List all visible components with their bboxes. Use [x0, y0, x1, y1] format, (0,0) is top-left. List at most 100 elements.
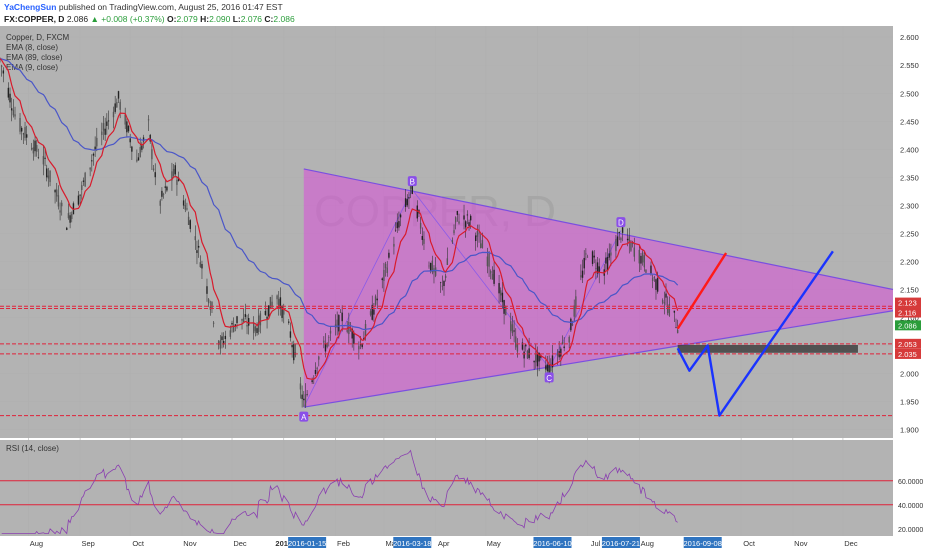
- time-tick-label: Aug: [641, 539, 654, 548]
- price-tick-label: 2.450: [900, 117, 919, 126]
- candle-body: [655, 279, 657, 290]
- candle-body: [71, 214, 73, 220]
- candle-body: [89, 167, 91, 170]
- candle-body: [394, 229, 397, 231]
- candle-body: [101, 131, 103, 135]
- open-value: 2.079: [176, 14, 198, 24]
- candle-body: [533, 360, 535, 363]
- candle-body: [456, 211, 459, 215]
- candle-body: [253, 322, 255, 334]
- candle-body: [675, 327, 677, 328]
- candle-body: [374, 296, 377, 305]
- candle-body: [328, 337, 330, 338]
- price-tag-label: 2.053: [898, 340, 917, 349]
- price-tick-label: 2.600: [900, 33, 919, 42]
- candle-body: [581, 270, 584, 278]
- candle-body: [196, 250, 198, 253]
- candle-body: [488, 253, 490, 267]
- candle-body: [201, 264, 203, 269]
- candle-body: [42, 156, 45, 165]
- candle-body: [212, 322, 215, 324]
- price-tick-label: 2.500: [900, 89, 919, 98]
- candle-body: [491, 274, 494, 280]
- candle-body: [439, 282, 442, 284]
- candle-body: [586, 256, 589, 258]
- candle-body: [186, 208, 188, 210]
- candle-body: [556, 353, 559, 356]
- rsi-pane[interactable]: [0, 440, 893, 536]
- rsi-tick-label: 40.0000: [898, 503, 923, 510]
- candle-body: [84, 172, 86, 187]
- time-tick-label: Oct: [743, 539, 756, 548]
- candle-body: [498, 283, 500, 294]
- candle-body: [318, 356, 320, 360]
- candle-body: [67, 213, 70, 219]
- candle-body: [371, 304, 373, 320]
- candle-body: [254, 326, 257, 332]
- candle-body: [359, 344, 362, 346]
- candle-body: [112, 111, 115, 118]
- candle-body: [2, 70, 5, 74]
- candle-body: [568, 336, 570, 343]
- candle-body: [650, 265, 652, 274]
- price-tick-label: 2.300: [900, 201, 919, 210]
- candle-body: [341, 312, 343, 322]
- candle-body: [283, 310, 285, 315]
- author-name[interactable]: YaChengSun: [4, 2, 56, 12]
- candle-body: [304, 394, 307, 407]
- low-value: 2.076: [240, 14, 263, 24]
- time-tick-label: Jul: [591, 539, 601, 548]
- candle-body: [545, 365, 547, 370]
- candle-body: [570, 318, 572, 331]
- candle-body: [583, 257, 585, 269]
- close-value: 2.086: [273, 14, 295, 24]
- candle-body: [535, 353, 537, 363]
- candle-body: [37, 157, 40, 158]
- candle-body: [446, 258, 449, 265]
- candle-body: [595, 268, 597, 269]
- time-tick-label: Feb: [337, 539, 350, 548]
- candle-body: [610, 252, 612, 256]
- candle-body: [184, 205, 186, 210]
- candle-body: [505, 306, 507, 316]
- candle-body: [187, 216, 190, 225]
- price-tick-label: 1.900: [900, 426, 919, 435]
- candle-body: [166, 186, 168, 191]
- candle-body: [197, 245, 200, 248]
- candle-body: [242, 317, 245, 323]
- candle-body: [266, 316, 268, 319]
- price-axis[interactable]: [893, 26, 932, 536]
- candle-body: [561, 342, 564, 344]
- candle-body: [303, 398, 305, 401]
- candle-body: [106, 121, 108, 126]
- candle-body: [383, 269, 385, 282]
- price-chart[interactable]: COPPER, D Copper, D, FXCM EMA (8, close)…: [0, 26, 932, 550]
- candle-body: [268, 305, 270, 317]
- candle-body: [339, 312, 342, 313]
- candle-body: [393, 243, 395, 247]
- candle-body: [172, 168, 175, 176]
- ema-89-label: EMA (89, close): [6, 53, 63, 62]
- date-tag-label: 2016-01-15: [288, 539, 326, 548]
- pattern-point-label: B: [410, 178, 415, 187]
- pattern-point-label: A: [301, 413, 307, 422]
- candle-body: [349, 329, 352, 331]
- candle-body: [338, 315, 340, 332]
- candle-body: [419, 222, 422, 229]
- candle-body: [563, 346, 565, 349]
- candle-body: [59, 210, 61, 213]
- candle-body: [616, 236, 619, 247]
- candle-body: [57, 195, 60, 207]
- candle-body: [34, 140, 36, 152]
- candle-body: [528, 348, 530, 359]
- ema-8-label: EMA (8, close): [6, 43, 58, 52]
- candle-body: [311, 380, 313, 383]
- candle-body: [575, 296, 577, 309]
- candle-body: [82, 180, 85, 182]
- candle-body: [276, 295, 278, 300]
- candle-body: [526, 350, 529, 359]
- candle-body: [241, 318, 243, 321]
- candle-body: [32, 147, 35, 154]
- candle-body: [510, 321, 512, 332]
- candle-body: [663, 302, 666, 304]
